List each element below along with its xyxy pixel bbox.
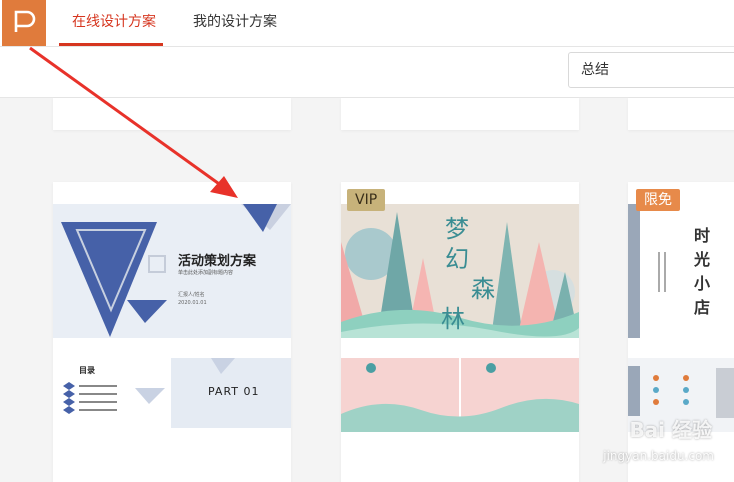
forest-title-char: 梦 [445,215,469,243]
active-tab-indicator [59,43,163,46]
time-shop-title-vertical: 时 光 小 店 [694,224,710,320]
preview-subtitle: 单击此处添加副标题内容 [178,270,234,276]
time-shop-title-char: 光 [694,250,711,269]
forest-title-vertical-2: 森 [471,274,495,304]
preview-part-label: PART 01 [208,385,260,398]
vip-badge: VIP [347,189,386,211]
time-shop-title-char: 小 [694,274,711,293]
tab-online-designs[interactable]: 在线设计方案 [72,0,156,46]
search-input[interactable]: 总结 [568,52,734,88]
template-card-top-3[interactable] [628,98,734,130]
p-logo-icon [14,10,36,32]
top-navigation-bar: 在线设计方案 我的设计方案 [0,0,734,47]
time-shop-title-char: 店 [694,298,711,317]
tab-my-designs[interactable]: 我的设计方案 [193,0,277,46]
preview-date: 2020.01.01 [178,300,207,306]
watermark-url: jingyan.baidu.com [603,449,714,463]
forest-title-vertical: 梦 幻 [441,214,473,274]
forest-title-char: 林 [441,305,465,333]
forest-title-char: 幻 [445,245,469,273]
template-card-top-1[interactable] [53,98,291,130]
time-shop-preview [628,204,734,432]
time-shop-title-char: 时 [694,226,711,245]
template-card-activity-plan[interactable]: 活动策划方案 单击此处添加副标题内容 汇报人/姓名 2020.01.01 目录 … [53,182,291,482]
app-logo[interactable] [2,0,46,46]
template-card-top-2[interactable] [341,98,579,130]
forest-title-vertical-3: 林 [441,304,465,334]
preview-toc-title: 目录 [79,366,95,375]
forest-title-char: 森 [471,275,495,303]
preview-reporter: 汇报人/姓名 [178,292,205,298]
limited-free-badge: 限免 [636,189,680,211]
template-card-dream-forest[interactable]: VIP 梦 幻 森 林 [341,182,579,482]
watermark-logo: Bai 经验 [629,418,712,442]
preview-title: 活动策划方案 [178,254,257,269]
